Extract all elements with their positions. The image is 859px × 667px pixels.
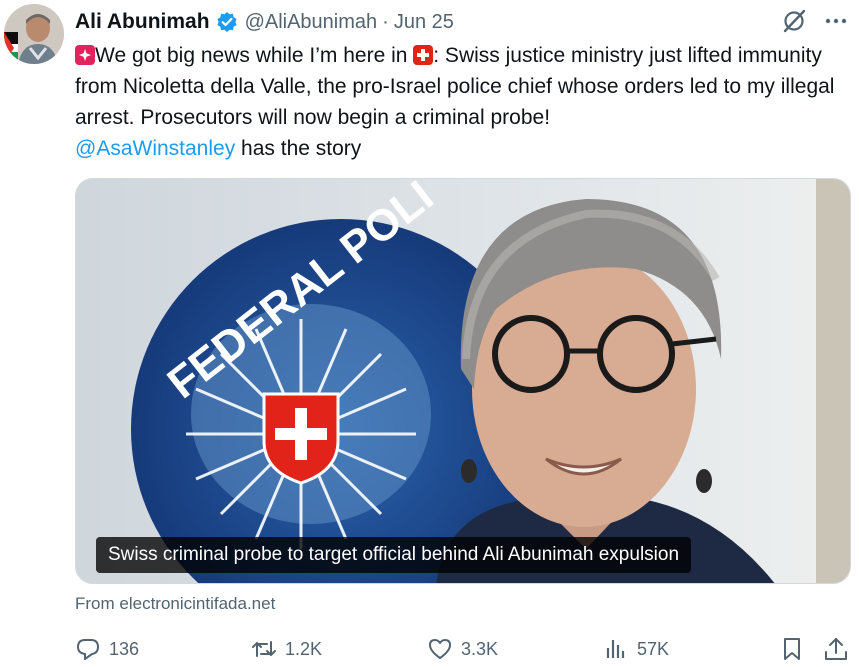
views-count: 57K [637, 638, 670, 659]
views-icon [606, 640, 625, 658]
swiss-flag-emoji [413, 45, 434, 65]
tweet-text-tail: has the story [235, 137, 362, 160]
like-count: 3.3K [461, 638, 499, 659]
like-button[interactable]: 3.3K [427, 632, 498, 666]
more-options-icon[interactable] [823, 8, 849, 34]
repost-icon [252, 641, 276, 657]
card-image: FEDERAL POLI [76, 179, 850, 583]
tweet-date[interactable]: Jun 25 [394, 11, 454, 34]
display-name[interactable]: Ali Abunimah [75, 10, 210, 34]
grok-icon[interactable] [781, 8, 807, 34]
reply-button[interactable]: 136 [75, 632, 139, 666]
heart-icon [429, 639, 451, 659]
repost-count: 1.2K [285, 638, 323, 659]
reply-icon [77, 639, 99, 660]
repost-button[interactable]: 1.2K [251, 632, 322, 666]
tweet-actions: 136 1.2K 3.3K 57K [75, 632, 851, 666]
avatar[interactable] [4, 4, 64, 64]
verified-badge-icon[interactable] [216, 11, 238, 33]
bookmark-icon [784, 638, 800, 660]
share-icon [825, 638, 847, 660]
views-button[interactable]: 57K [603, 632, 669, 666]
reply-count: 136 [109, 638, 140, 659]
bookmark-button[interactable] [779, 632, 805, 666]
rotating-light-emoji [75, 45, 95, 65]
link-card[interactable]: FEDERAL POLI Swiss criminal probe to tar… [75, 178, 851, 584]
tweet-text: We got big news while I’m here in : Swis… [75, 40, 845, 164]
separator-dot: · [382, 10, 389, 33]
share-button[interactable] [823, 632, 849, 666]
header-actions [781, 8, 849, 34]
card-source[interactable]: From electronicintifada.net [75, 594, 275, 614]
tweet-text-part-1: We got big news while I’m here in [95, 44, 414, 67]
author-handle[interactable]: @AliAbunimah [245, 11, 378, 34]
avatar-image [4, 4, 64, 64]
tweet[interactable]: Ali Abunimah @AliAbunimah · Jun 25 We go… [0, 0, 859, 667]
card-caption: Swiss criminal probe to target official … [96, 537, 692, 573]
mention-link[interactable]: @AsaWinstanley [75, 137, 235, 160]
tweet-header: Ali Abunimah @AliAbunimah · Jun 25 [75, 8, 859, 36]
